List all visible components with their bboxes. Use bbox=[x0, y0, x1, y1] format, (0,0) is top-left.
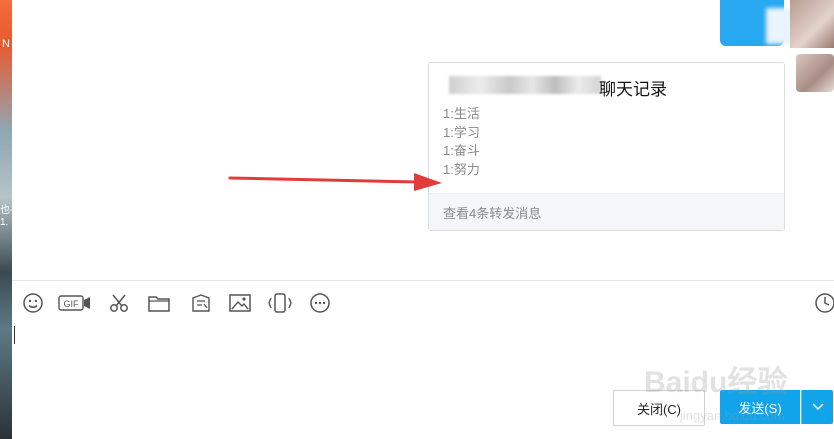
card-title: 聊天记录 bbox=[599, 80, 667, 99]
chevron-down-icon bbox=[811, 403, 824, 411]
image-icon[interactable] bbox=[227, 290, 253, 316]
gif-label: GIF bbox=[64, 299, 80, 309]
record-line: 1:奋斗 bbox=[443, 143, 480, 158]
vibrate-icon[interactable] bbox=[267, 290, 293, 316]
footer-label: 查看4条转发消息 bbox=[443, 206, 542, 221]
history-clock-icon[interactable] bbox=[812, 290, 834, 316]
red-arrow-icon bbox=[228, 173, 442, 191]
send-options-button[interactable] bbox=[801, 390, 833, 424]
send-button[interactable]: 发送(S) bbox=[720, 390, 800, 424]
record-line: 1:学习 bbox=[443, 124, 480, 140]
close-button[interactable]: 关闭(C) bbox=[613, 390, 705, 426]
shake-window-icon[interactable] bbox=[188, 290, 214, 316]
emoji-icon[interactable] bbox=[20, 290, 46, 316]
scissors-icon[interactable] bbox=[106, 290, 132, 316]
record-line: 1:生活 bbox=[443, 106, 480, 121]
desktop-background-strip: N 也- 1. bbox=[0, 0, 12, 439]
blurred-contact-name bbox=[449, 76, 601, 94]
desktop-label-2: 也- 1. bbox=[0, 205, 12, 228]
text-input-caret[interactable] bbox=[14, 326, 15, 344]
more-icon[interactable] bbox=[307, 290, 333, 316]
gif-icon[interactable]: GIF bbox=[58, 290, 92, 316]
view-forwarded-messages-link[interactable]: 查看4条转发消息 bbox=[429, 193, 784, 230]
folder-icon[interactable] bbox=[146, 290, 172, 316]
record-line: 1:努力 bbox=[443, 161, 480, 177]
input-divider bbox=[12, 280, 834, 281]
desktop-label: N bbox=[2, 38, 10, 50]
avatar[interactable] bbox=[796, 54, 834, 92]
chat-record-card[interactable]: 聊天记录 1:生活 1:学习 1:奋斗 1:努力 查看4条转发消息 bbox=[428, 62, 785, 231]
record-lines: 1:生活 1:学习 1:奋斗 1:努力 bbox=[443, 105, 480, 179]
card-header: 聊天记录 bbox=[429, 63, 784, 107]
avatar[interactable] bbox=[790, 0, 834, 48]
